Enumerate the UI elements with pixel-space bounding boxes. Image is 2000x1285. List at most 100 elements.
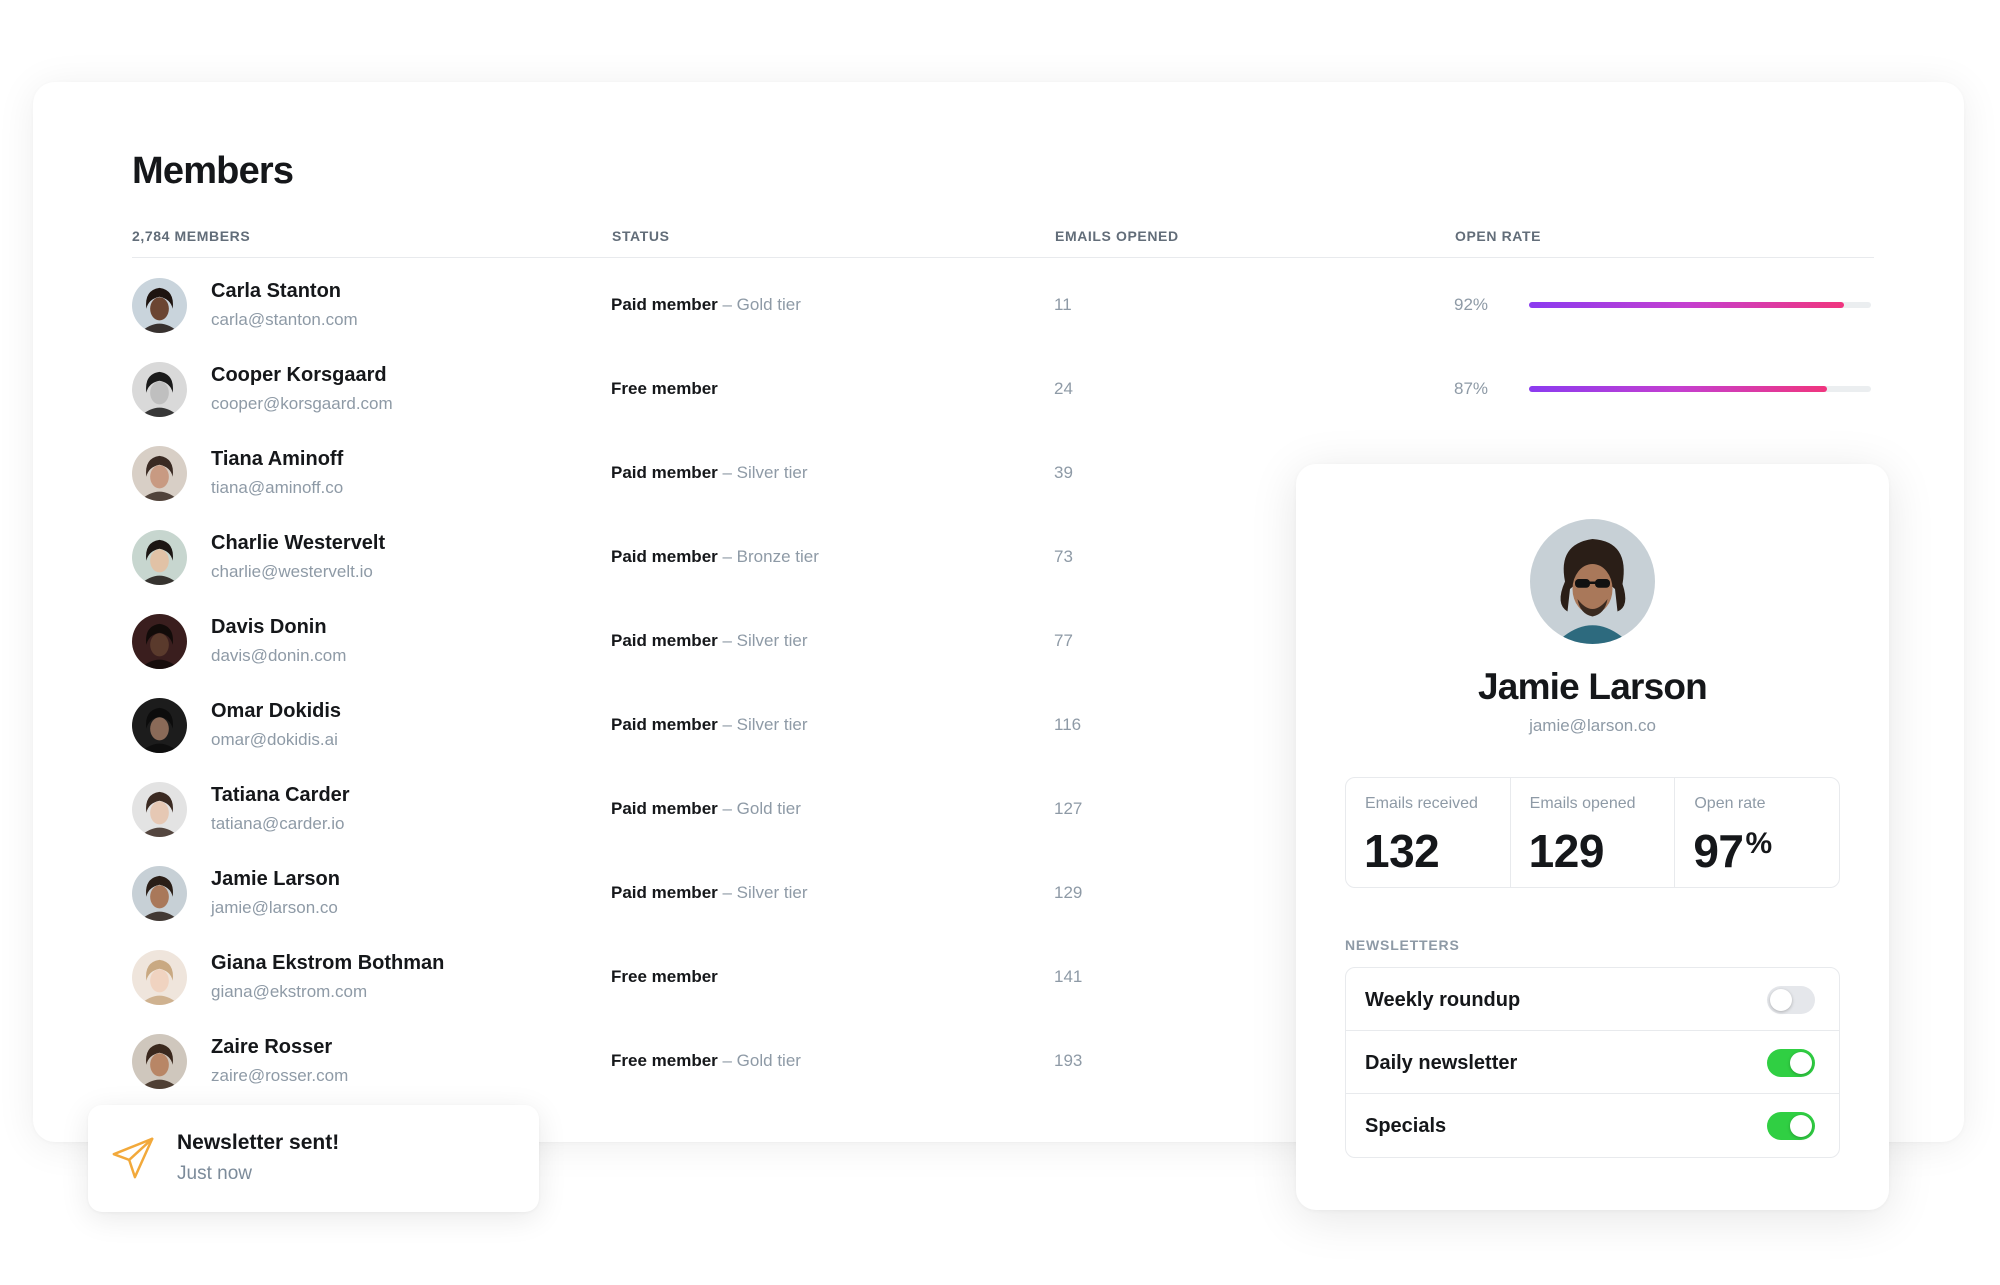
newsletter-label: Weekly roundup: [1365, 989, 1521, 1011]
avatar: [132, 866, 187, 921]
status-tier: – Silver tier: [717, 883, 808, 902]
percent-sign: %: [1745, 827, 1773, 860]
member-email: omar@dokidis.ai: [211, 730, 338, 749]
emails-opened: 73: [1054, 547, 1073, 566]
member-status: Paid member – Gold tier: [611, 295, 801, 315]
toggle-knob: [1790, 1052, 1812, 1074]
member-email: davis@donin.com: [211, 646, 347, 665]
avatar: [132, 530, 187, 585]
status-tier: – Silver tier: [717, 631, 808, 650]
open-rate: 87%: [1454, 379, 1489, 398]
member-status: Paid member – Silver tier: [611, 463, 808, 483]
toast-notification[interactable]: Newsletter sent! Just now: [88, 1105, 539, 1212]
member-status: Free member: [611, 967, 718, 987]
emails-opened: 24: [1054, 379, 1073, 398]
member-email: giana@ekstrom.com: [211, 982, 368, 1001]
toast-subtitle: Just now: [177, 1163, 252, 1184]
avatar: [132, 614, 187, 669]
member-name: Jamie Larson: [211, 868, 340, 890]
avatar: [132, 362, 187, 417]
avatar: [132, 782, 187, 837]
status-tier: – Silver tier: [717, 463, 808, 482]
status-type: Paid member: [611, 799, 718, 818]
avatar: [1530, 519, 1655, 644]
status-type: Paid member: [611, 295, 718, 314]
member-name: Jamie Larson: [1478, 666, 1708, 707]
emails-opened: 193: [1054, 1051, 1083, 1070]
member-email: jamie@larson.co: [1529, 716, 1656, 735]
newsletter-item-weekly-roundup: Weekly roundup: [1346, 968, 1839, 1031]
stat-emails-received: Emails received 132: [1346, 778, 1511, 887]
emails-opened: 39: [1054, 463, 1073, 482]
status-type: Free member: [611, 379, 718, 398]
emails-opened: 127: [1054, 799, 1083, 818]
table-row[interactable]: Carla Stanton carla@stanton.com Paid membe…: [132, 262, 1874, 346]
newsletters-heading: NEWSLETTERS: [1345, 937, 1460, 953]
table-row[interactable]: Cooper Korsgaard cooper@korsgaard.com Free…: [132, 346, 1874, 430]
member-stats: Emails received 132 Emails opened 129 Op…: [1345, 777, 1840, 888]
avatar: [132, 950, 187, 1005]
member-status: Paid member – Silver tier: [611, 631, 808, 651]
member-status: Paid member – Silver tier: [611, 715, 808, 735]
status-type: Paid member: [611, 715, 718, 734]
member-email: carla@stanton.com: [211, 310, 358, 329]
member-name: Tiana Aminoff: [211, 448, 344, 470]
status-type: Free member: [611, 967, 718, 986]
newsletter-toggle[interactable]: [1767, 1112, 1815, 1140]
status-tier: – Bronze tier: [717, 547, 819, 566]
stat-emails-opened: Emails opened 129: [1511, 778, 1676, 887]
member-name: Zaire Rosser: [211, 1036, 333, 1058]
member-status: Paid member – Gold tier: [611, 799, 801, 819]
member-name: Giana Ekstrom Bothman: [211, 952, 445, 974]
stat-value: 132: [1364, 825, 1440, 877]
stat-label: Emails opened: [1529, 795, 1636, 812]
newsletter-toggle[interactable]: [1767, 1049, 1815, 1077]
status-type: Paid member: [611, 547, 718, 566]
newsletters-list: Weekly roundup Daily newsletter Specials: [1345, 967, 1840, 1158]
page-title: Members: [132, 150, 294, 192]
avatar: [132, 446, 187, 501]
toggle-knob: [1790, 1115, 1812, 1137]
avatar: [132, 1034, 187, 1089]
toggle-knob: [1770, 989, 1792, 1011]
newsletter-label: Specials: [1365, 1115, 1447, 1137]
member-name: Carla Stanton: [211, 280, 342, 302]
member-status: Free member – Gold tier: [611, 1051, 801, 1071]
column-header-open-rate[interactable]: OPEN RATE: [1455, 228, 1541, 244]
open-rate-bar-fill: [1529, 302, 1844, 308]
status-tier: – Gold tier: [717, 799, 801, 818]
table-header: 2,784 MEMBERS STATUS EMAILS OPENED OPEN …: [132, 228, 1874, 258]
paper-plane-icon: [110, 1135, 156, 1181]
member-email: charlie@westervelt.io: [211, 562, 373, 581]
status-type: Paid member: [611, 883, 718, 902]
stat-label: Emails received: [1365, 795, 1478, 812]
member-name: Davis Donin: [211, 616, 327, 638]
member-status: Free member: [611, 379, 718, 399]
status-tier: – Gold tier: [717, 1051, 801, 1070]
column-header-emails-opened[interactable]: EMAILS OPENED: [1055, 228, 1179, 244]
newsletter-toggle[interactable]: [1767, 986, 1815, 1014]
member-email: tatiana@carder.io: [211, 814, 345, 833]
status-type: Free member: [611, 1051, 718, 1070]
emails-opened: 77: [1054, 631, 1073, 650]
member-name: Omar Dokidis: [211, 700, 342, 722]
newsletter-item-specials: Specials: [1346, 1094, 1839, 1157]
status-type: Paid member: [611, 631, 718, 650]
emails-opened: 11: [1054, 295, 1072, 314]
member-email: cooper@korsgaard.com: [211, 394, 393, 413]
newsletter-item-daily-newsletter: Daily newsletter: [1346, 1031, 1839, 1094]
column-header-members[interactable]: 2,784 MEMBERS: [132, 228, 250, 244]
column-header-status[interactable]: STATUS: [612, 228, 670, 244]
open-rate-bar: [1529, 302, 1871, 308]
stat-value: 129: [1528, 825, 1605, 877]
emails-opened: 129: [1054, 883, 1083, 902]
avatar: [132, 698, 187, 753]
open-rate-bar-fill: [1529, 386, 1827, 392]
member-name: Tatiana Carder: [211, 784, 350, 806]
member-name: Charlie Westervelt: [211, 532, 386, 554]
member-status: Paid member – Bronze tier: [611, 547, 819, 567]
member-email: jamie@larson.co: [211, 898, 338, 917]
member-email: zaire@rosser.com: [211, 1066, 349, 1085]
member-status: Paid member – Silver tier: [611, 883, 808, 903]
member-email: tiana@aminoff.co: [211, 478, 344, 497]
